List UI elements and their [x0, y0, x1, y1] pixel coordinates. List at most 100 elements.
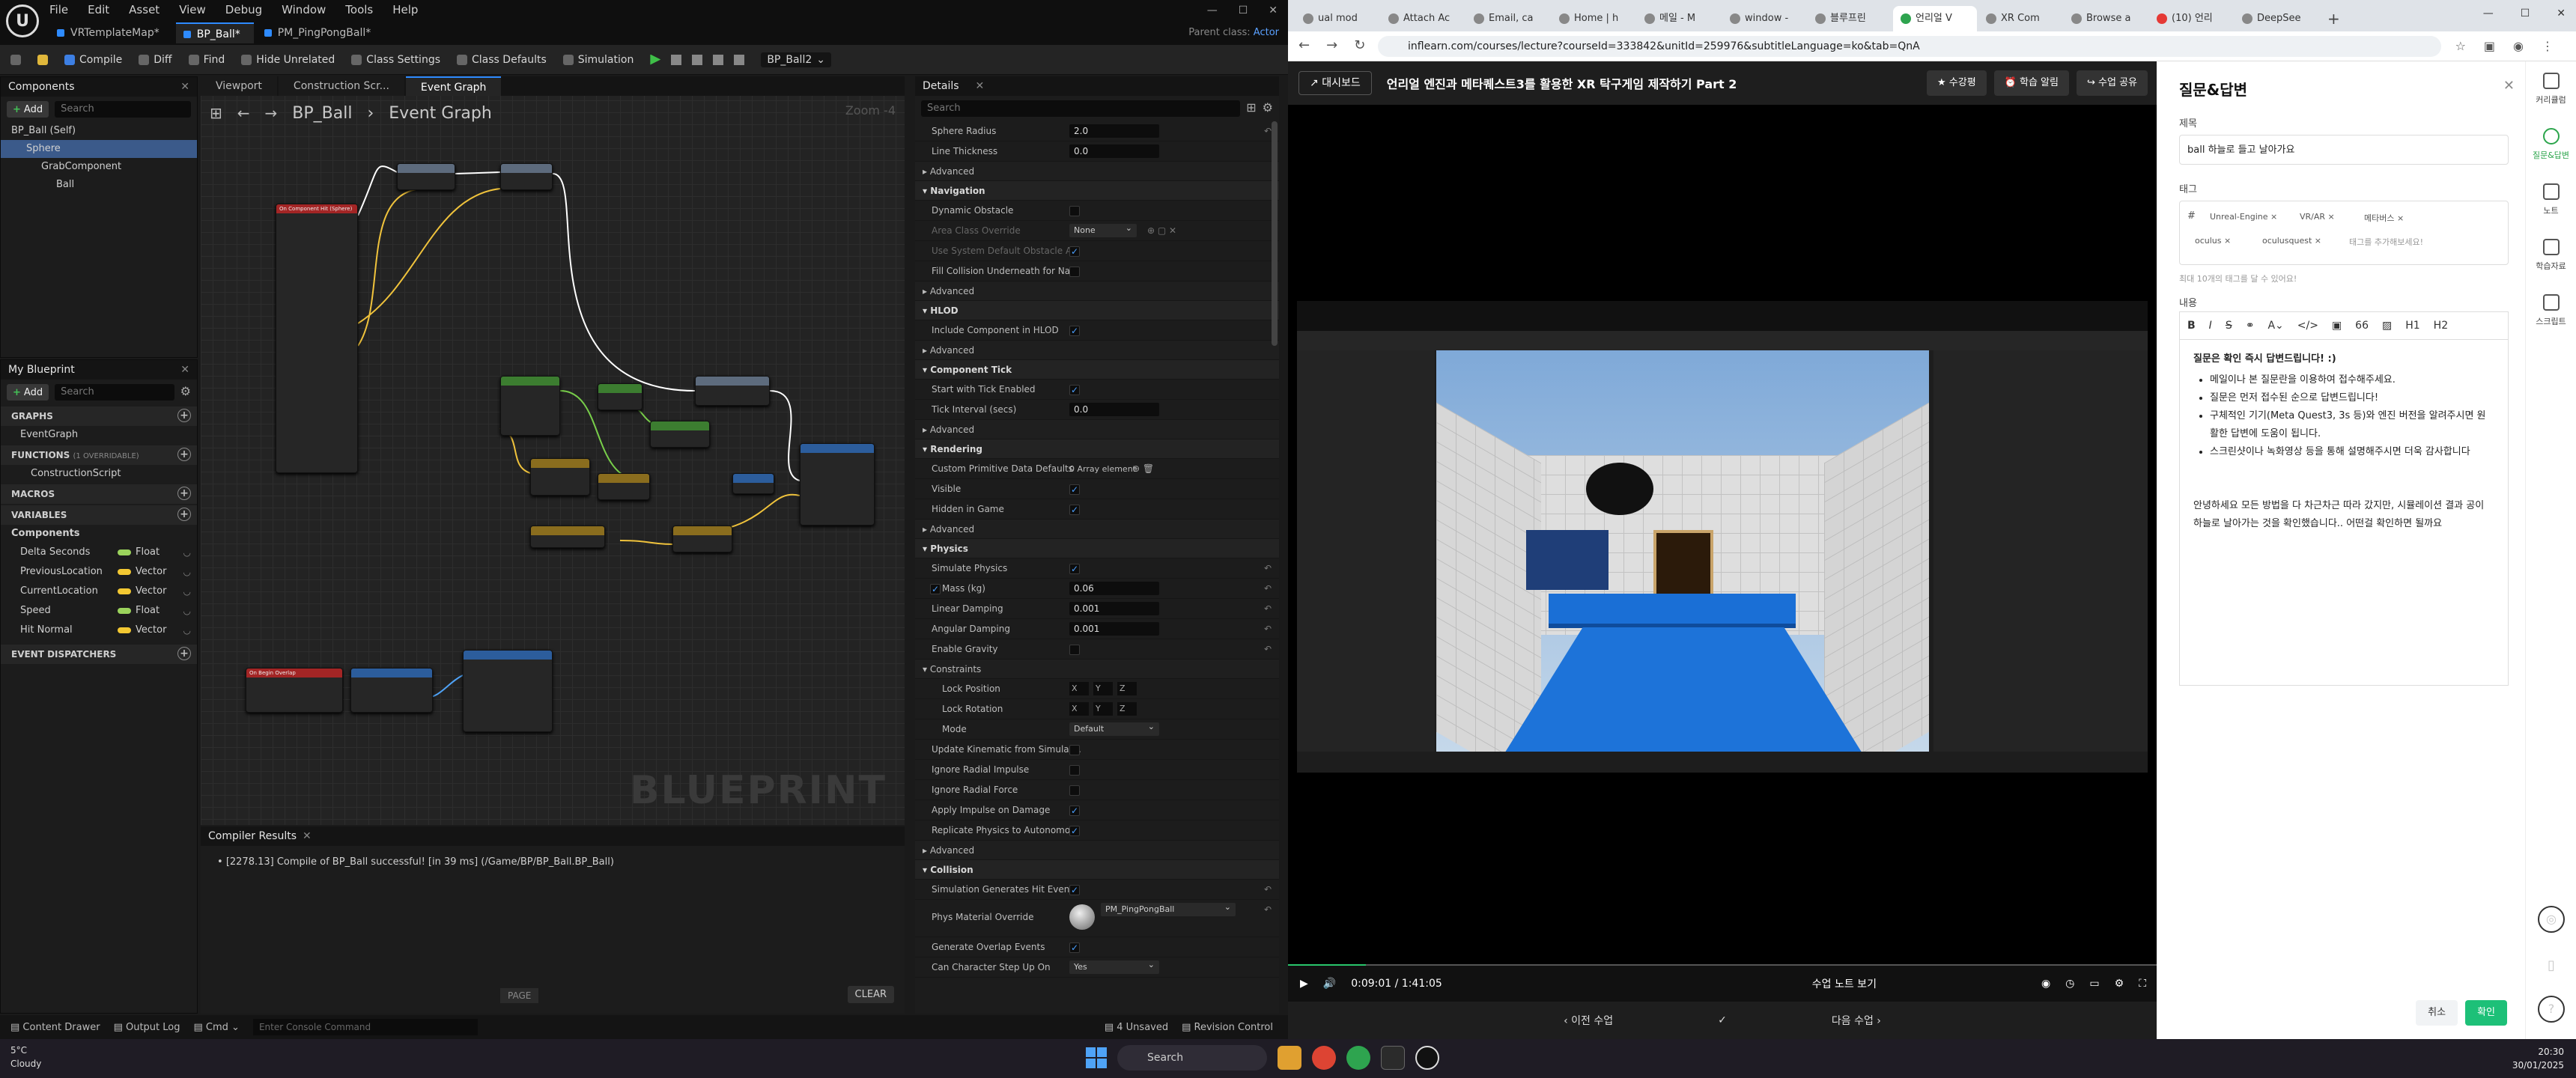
- globe-icon[interactable]: ◎: [2538, 906, 2565, 933]
- profile-icon[interactable]: ◉: [2513, 39, 2524, 53]
- variable-item[interactable]: CurrentLocation Vector ◡: [1, 582, 197, 601]
- menu-icon[interactable]: ⋮: [2542, 39, 2554, 53]
- review-button[interactable]: ★ 수강평: [1926, 70, 1987, 96]
- visibility-icon[interactable]: ◡: [183, 601, 191, 621]
- variable-item[interactable]: Delta Seconds Float ◡: [1, 543, 197, 562]
- section-rendering[interactable]: ▾ Rendering: [915, 439, 1279, 459]
- debug-target-select[interactable]: BP_Ball2 ⌄: [761, 52, 831, 67]
- variable-item[interactable]: Hit Normal Vector ◡: [1, 621, 197, 640]
- add-graph-icon[interactable]: +: [177, 409, 191, 422]
- url-input[interactable]: inflearn.com/courses/lecture?courseId=33…: [1378, 36, 2441, 57]
- menu-help[interactable]: Help: [392, 3, 418, 16]
- section-advanced-4[interactable]: ▸ Advanced: [915, 420, 1279, 439]
- reload-icon[interactable]: ↻: [1354, 37, 1365, 53]
- add-dispatcher-icon[interactable]: +: [177, 647, 191, 660]
- gen-overlap-checkbox[interactable]: [1069, 938, 1080, 958]
- share-button[interactable]: ↪ 수업 공유: [2076, 70, 2148, 96]
- question-body-editor[interactable]: 질문은 확인 즉시 답변드립니다! :) 메일이나 본 질문란을 이용하여 접수…: [2179, 340, 2509, 686]
- node-math-2[interactable]: [650, 421, 710, 448]
- visible-checkbox[interactable]: [1069, 480, 1080, 500]
- bold-icon[interactable]: B: [2187, 320, 2196, 332]
- play-icon[interactable]: [650, 54, 661, 65]
- minimize-icon[interactable]: —: [1207, 4, 1218, 16]
- tree-item-grabcomponent[interactable]: GrabComponent: [1, 158, 197, 176]
- mass-override-checkbox[interactable]: [930, 579, 941, 600]
- lock-rot-x[interactable]: X: [1069, 702, 1089, 716]
- lock-pos-z[interactable]: Z: [1117, 682, 1137, 695]
- browser-tab[interactable]: 메일 - M: [1637, 6, 1721, 31]
- apply-impulse-checkbox[interactable]: [1069, 801, 1080, 821]
- step-icon[interactable]: [671, 54, 682, 65]
- lock-rot-y[interactable]: Y: [1093, 702, 1113, 716]
- class-defaults-button[interactable]: Class Defaults: [457, 54, 547, 66]
- close-icon[interactable]: ✕: [976, 80, 985, 92]
- minimize-icon[interactable]: —: [2483, 7, 2494, 19]
- fullscreen-icon[interactable]: ⛶: [2139, 978, 2146, 990]
- speed-icon[interactable]: ◷: [2065, 978, 2074, 990]
- cmd-select[interactable]: ▤ Cmd ⌄: [194, 1022, 240, 1033]
- lock-pos-y[interactable]: Y: [1093, 682, 1113, 695]
- node-math-1[interactable]: [500, 376, 560, 436]
- section-macros[interactable]: MACROS +: [1, 484, 197, 504]
- new-tab-icon[interactable]: +: [2327, 6, 2340, 31]
- gear-icon[interactable]: ⚙: [180, 384, 191, 401]
- extensions-icon[interactable]: ▣: [2484, 39, 2495, 53]
- node-math-3[interactable]: [530, 458, 590, 496]
- close-icon[interactable]: ✕: [303, 830, 312, 842]
- node-math-4[interactable]: [598, 473, 650, 500]
- graph-item-eventgraph[interactable]: EventGraph: [1, 426, 197, 444]
- check-icon[interactable]: ✓: [1718, 1014, 1727, 1026]
- ignore-radial-force-checkbox[interactable]: [1069, 785, 1080, 796]
- close-icon[interactable]: ✕: [2557, 7, 2566, 19]
- section-hlod[interactable]: ▾ HLOD: [915, 301, 1279, 320]
- area-class-select[interactable]: None: [1069, 222, 1137, 237]
- browser-tab[interactable]: window -: [1722, 6, 1806, 31]
- include-hlod-checkbox[interactable]: [1069, 321, 1080, 341]
- gear-icon[interactable]: ⚙: [1263, 100, 1273, 117]
- output-log-button[interactable]: ▤ Output Log: [114, 1022, 180, 1033]
- dashboard-button[interactable]: ↗ 대시보드: [1298, 71, 1372, 95]
- tick-interval-input[interactable]: 0.0: [1069, 403, 1159, 416]
- study-alarm-button[interactable]: ⏰ 학습 알림: [1993, 70, 2069, 96]
- windows-start-icon[interactable]: [1086, 1047, 1107, 1068]
- section-advanced-1[interactable]: ▸ Advanced: [915, 162, 1279, 181]
- sphere-radius-input[interactable]: 2.0: [1069, 124, 1159, 138]
- reset-icon[interactable]: ↶: [1264, 599, 1272, 619]
- ignore-radial-impulse-checkbox[interactable]: [1069, 765, 1080, 776]
- save-icon[interactable]: [10, 54, 21, 65]
- visibility-icon[interactable]: ◡: [183, 582, 191, 601]
- details-search-input[interactable]: Search: [921, 100, 1241, 117]
- help-icon[interactable]: ?: [2538, 996, 2565, 1023]
- variable-item[interactable]: PreviousLocation Vector ◡: [1, 562, 197, 582]
- rail-curriculum[interactable]: 커리큘럼: [2526, 61, 2576, 117]
- event-graph-canvas[interactable]: Viewport Construction Scr... Event Graph…: [201, 76, 905, 825]
- h2-icon[interactable]: H2: [2434, 320, 2448, 332]
- browser-tab[interactable]: Home | h: [1552, 6, 1635, 31]
- reset-icon[interactable]: ↶: [1264, 900, 1272, 920]
- menu-view[interactable]: View: [179, 3, 206, 16]
- system-clock[interactable]: 20:30 30/01/2025: [2512, 1045, 2564, 1072]
- browser-tab[interactable]: 블루프린: [1808, 6, 1892, 31]
- unreal-logo-icon[interactable]: U: [6, 4, 39, 37]
- volume-icon[interactable]: 🔊: [1323, 978, 1336, 990]
- close-icon[interactable]: ✕: [1269, 4, 1278, 16]
- back-arrow-icon[interactable]: ←: [1298, 37, 1310, 53]
- video-player[interactable]: [1288, 105, 2157, 966]
- add-element-icon[interactable]: ⊕ 🗑: [1132, 459, 1154, 479]
- section-graphs[interactable]: GRAPHS +: [1, 406, 197, 426]
- taskbar-search[interactable]: Search: [1117, 1045, 1267, 1071]
- section-physics[interactable]: ▾ Physics: [915, 539, 1279, 558]
- material-thumbnail[interactable]: [1069, 904, 1095, 930]
- doc-tab-bp-ball[interactable]: BP_Ball*: [175, 22, 254, 43]
- grid-view-icon[interactable]: ⊞: [1246, 100, 1256, 117]
- hide-unrelated-button[interactable]: Hide Unrelated: [241, 54, 335, 66]
- fill-collision-checkbox[interactable]: [1069, 267, 1080, 277]
- function-item-constructionscript[interactable]: ConstructionScript: [1, 465, 197, 483]
- add-function-icon[interactable]: +: [177, 448, 191, 461]
- compiler-results-title[interactable]: Compiler Results: [208, 830, 297, 842]
- browser-tab[interactable]: Attach Ac: [1381, 6, 1465, 31]
- play-icon[interactable]: ▶: [1300, 978, 1308, 990]
- browser-tab[interactable]: ual mod: [1295, 6, 1379, 31]
- question-title-input[interactable]: ball 하늘로 들고 날아가요: [2179, 135, 2509, 165]
- code-icon[interactable]: </>: [2297, 320, 2318, 332]
